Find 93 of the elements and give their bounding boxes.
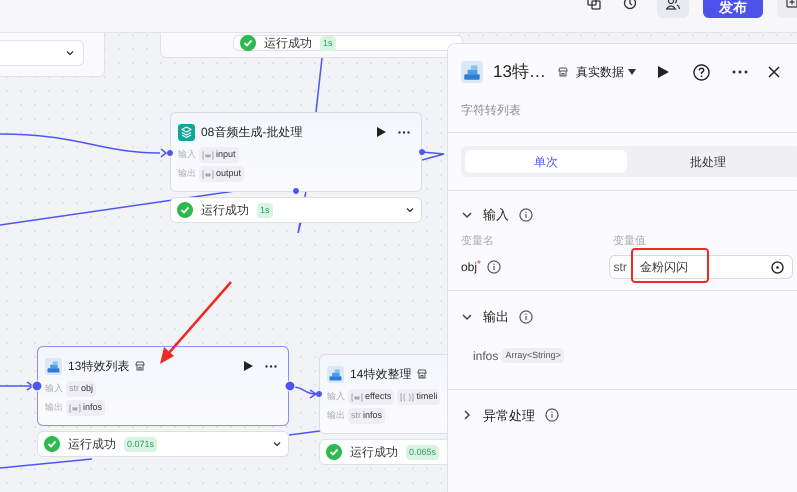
- blocks-icon: [327, 366, 344, 382]
- type-tag: Array<String>: [502, 348, 564, 363]
- output-label: 输出: [45, 401, 63, 414]
- caret-icon: [628, 69, 636, 75]
- param-name: infos: [363, 409, 382, 422]
- type-label: str: [69, 382, 79, 396]
- value-field[interactable]: str 金粉闪闪: [608, 255, 793, 279]
- type-label: str: [351, 409, 361, 422]
- param-name: obj: [461, 259, 478, 276]
- param-name: timeli: [416, 390, 438, 404]
- connector-line: [422, 151, 445, 161]
- input-label: 输入: [45, 382, 63, 396]
- param-name: effects: [365, 390, 392, 404]
- play-icon[interactable]: [244, 361, 253, 371]
- workflow-node[interactable]: 13特效列表 输入 str obj 输出 infos: [37, 346, 289, 426]
- store-icon: [558, 67, 568, 77]
- duration-badge: 1s: [257, 202, 273, 218]
- check-circle-icon: [326, 444, 342, 460]
- section-title: 输入: [483, 206, 509, 224]
- history-icon[interactable]: [623, 0, 637, 10]
- info-icon: [519, 208, 533, 222]
- param-name: obj: [81, 382, 94, 396]
- duration-badge: 0.065s: [406, 444, 440, 460]
- mode-tab[interactable]: 批处理: [627, 150, 789, 173]
- more-icon[interactable]: [398, 130, 410, 134]
- copy-icon[interactable]: [587, 0, 601, 10]
- section-title: 异常处理: [483, 406, 535, 424]
- field-value: 金粉闪闪: [640, 259, 688, 276]
- blocks-icon: [461, 61, 483, 83]
- connector-line: [0, 381, 34, 391]
- array-type-icon: [69, 404, 81, 412]
- help-icon[interactable]: [692, 64, 710, 80]
- run-status-bar[interactable]: 运行成功 0.065s: [319, 439, 447, 465]
- panel-subtitle: 字符转列表: [461, 103, 521, 117]
- mode-tab[interactable]: 单次: [465, 150, 627, 173]
- chevron-down-icon[interactable]: [65, 48, 75, 58]
- close-icon[interactable]: [768, 66, 780, 78]
- store-icon: [417, 369, 428, 379]
- select-field[interactable]: [0, 40, 84, 66]
- publish-button[interactable]: 发布: [703, 0, 763, 18]
- panel-title: 13特…: [493, 61, 546, 84]
- section-title: 输出: [483, 308, 509, 326]
- required-mark: *: [477, 258, 481, 272]
- node-title: 13特效列表: [68, 358, 130, 375]
- users-icon: [666, 0, 680, 10]
- run-status-bar[interactable]: 运行成功 0.071s: [37, 431, 289, 457]
- run-status-bar[interactable]: 运行成功 1s: [233, 35, 463, 51]
- info-icon: [486, 260, 501, 274]
- duration-badge: 1s: [320, 36, 336, 50]
- type-label: str: [610, 256, 632, 278]
- status-text: 运行成功: [350, 444, 398, 461]
- blocks-icon: [45, 358, 62, 374]
- duration-badge: 0.071s: [124, 436, 158, 452]
- input-label: 输入: [327, 390, 345, 404]
- status-text: 运行成功: [68, 436, 116, 453]
- output-name: infos: [473, 348, 498, 364]
- connector-line: [288, 430, 320, 436]
- array-type-icon: [351, 392, 363, 402]
- status-text: 运行成功: [201, 202, 249, 219]
- column-header: 变量名: [461, 234, 495, 248]
- node-title: 08音频生成-批处理: [201, 124, 302, 141]
- target-icon[interactable]: [771, 260, 784, 274]
- array-type-icon: [202, 170, 214, 178]
- array-type-icon: [202, 150, 214, 160]
- node-title: 14特效整理: [350, 366, 412, 383]
- connector-line: [292, 386, 318, 399]
- run-status-bar[interactable]: 运行成功 1s: [170, 197, 422, 223]
- store-icon: [135, 361, 146, 371]
- connector-line: [315, 58, 323, 112]
- workflow-node[interactable]: 14特效整理 输入 effects timeli 输出 str infos: [319, 354, 447, 434]
- status-text: 运行成功: [264, 35, 312, 52]
- param-name: output: [216, 167, 242, 180]
- chevron-down-icon[interactable]: [272, 439, 282, 449]
- workflow-node[interactable]: 08音频生成-批处理 输入 input 输出 output: [170, 112, 422, 192]
- check-circle-icon: [177, 202, 193, 218]
- play-icon[interactable]: [658, 66, 669, 78]
- check-circle-icon: [44, 436, 60, 452]
- info-icon: [519, 310, 533, 324]
- chevron-down-icon[interactable]: [405, 205, 415, 215]
- param-name: input: [216, 148, 236, 162]
- object-array-type-icon: [400, 392, 414, 402]
- input-label: 输入: [178, 148, 196, 162]
- layers-icon: [178, 124, 195, 140]
- data-mode-dropdown[interactable]: 真实数据: [576, 63, 636, 81]
- output-label: 输出: [178, 167, 196, 180]
- more-icon[interactable]: [732, 70, 748, 74]
- param-name: infos: [83, 401, 102, 414]
- info-icon: [545, 408, 559, 422]
- check-circle-icon: [240, 35, 256, 51]
- play-icon[interactable]: [377, 127, 386, 137]
- more-icon[interactable]: [265, 364, 277, 368]
- column-header: 变量值: [613, 234, 646, 248]
- output-label: 输出: [327, 409, 345, 422]
